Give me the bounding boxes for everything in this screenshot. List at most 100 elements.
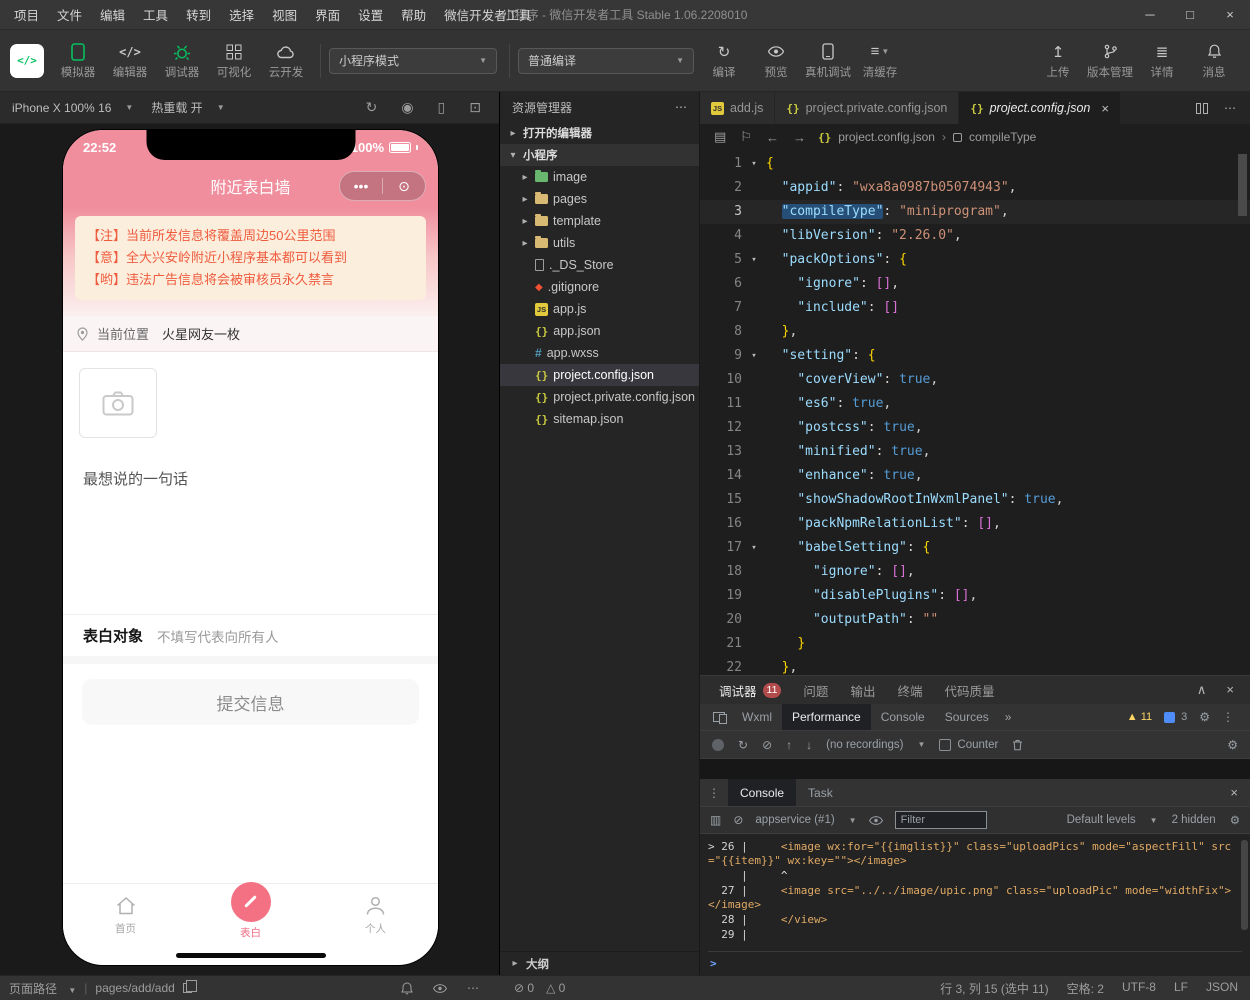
visualization-button[interactable]: 可视化	[208, 38, 260, 84]
eye-icon[interactable]	[869, 816, 883, 825]
notification-bell-icon[interactable]	[401, 982, 413, 995]
fold-icon[interactable]: ▾	[742, 152, 766, 176]
clear-console-icon[interactable]: ⊘	[733, 813, 743, 827]
menu-item[interactable]: 选择	[221, 2, 262, 27]
device-frame-icon[interactable]: ▯	[438, 99, 446, 116]
panel-tab-code-quality[interactable]: 代码质量	[933, 676, 1005, 704]
panel-tab-terminal[interactable]: 终端	[886, 676, 933, 704]
tab-profile[interactable]: 个人	[313, 884, 438, 945]
console-row[interactable]: 28 | </view>	[708, 913, 1242, 927]
tab-confess[interactable]: 表白	[188, 884, 313, 945]
devtools-tab-sources[interactable]: Sources	[935, 704, 999, 730]
problems-indicator[interactable]: ⊘ 0 △ 0	[500, 981, 579, 995]
code-line[interactable]: 7 "include": []	[700, 296, 1250, 320]
task-tab[interactable]: Task	[796, 779, 845, 806]
warnings-indicator[interactable]: ▲ 11	[1127, 711, 1152, 723]
explorer-section-header[interactable]: ▸打开的编辑器	[500, 122, 699, 144]
menu-item[interactable]: 界面	[307, 2, 348, 27]
tree-item[interactable]: {}sitemap.json	[500, 408, 699, 430]
console-row[interactable]: 27 | <image src="../../image/upic.png" c…	[708, 884, 1242, 912]
bookmark-icon[interactable]: ⚐	[740, 129, 752, 145]
close-button[interactable]: ×	[1210, 0, 1250, 29]
editor-scrollbar[interactable]	[1238, 154, 1247, 216]
devtools-tab-performance[interactable]: Performance	[782, 704, 871, 730]
console-prompt[interactable]: >	[708, 951, 1242, 975]
code-line[interactable]: 3 "compileType": "miniprogram",	[700, 200, 1250, 224]
devtools-tab-wxml[interactable]: Wxml	[732, 704, 782, 730]
copy-icon[interactable]	[183, 983, 192, 993]
code-line[interactable]: 9▾ "setting": {	[700, 344, 1250, 368]
tree-item[interactable]: {}app.json	[500, 320, 699, 342]
outline-list-icon[interactable]: ▤	[714, 129, 726, 145]
home-indicator[interactable]	[176, 953, 326, 958]
fold-icon[interactable]: ▾	[742, 536, 766, 560]
code-line[interactable]: 8 },	[700, 320, 1250, 344]
code-line[interactable]: 2 "appid": "wxa8a0987b05074943",	[700, 176, 1250, 200]
breadcrumb-file[interactable]: project.config.json	[838, 130, 935, 144]
version-control-button[interactable]: 版本管理	[1084, 38, 1136, 84]
console-row[interactable]: | ^	[708, 869, 1242, 883]
menu-item[interactable]: 项目	[6, 2, 47, 27]
menu-item[interactable]: 编辑	[92, 2, 133, 27]
tab-overflow-icon[interactable]: »	[999, 710, 1018, 724]
code-line[interactable]: 14 "enhance": true,	[700, 464, 1250, 488]
code-line[interactable]: 5▾ "packOptions": {	[700, 248, 1250, 272]
indentation[interactable]: 空格: 2	[1067, 980, 1104, 997]
editor-button[interactable]: </> 编辑器	[104, 38, 156, 84]
tree-item[interactable]: ▸template	[500, 210, 699, 232]
code-line[interactable]: 4 "libVersion": "2.26.0",	[700, 224, 1250, 248]
close-drawer-icon[interactable]: ×	[1218, 785, 1250, 800]
code-line[interactable]: 13 "minified": true,	[700, 440, 1250, 464]
issues-indicator[interactable]: 3	[1164, 711, 1187, 723]
console-scrollbar[interactable]	[1241, 840, 1248, 930]
panel-tab-debugger[interactable]: 调试器 11	[708, 676, 792, 704]
editor-tab[interactable]: {} project.private.config.json	[775, 92, 959, 124]
close-tab-icon[interactable]: ×	[1101, 101, 1109, 116]
details-button[interactable]: ≣ 详情	[1136, 38, 1188, 84]
cursor-position[interactable]: 行 3, 列 15 (选中 11)	[940, 980, 1048, 997]
panel-tab-output[interactable]: 输出	[839, 676, 886, 704]
compile-button[interactable]: ↻ 编译	[698, 38, 750, 84]
trash-icon[interactable]	[1012, 739, 1023, 751]
screenshot-icon[interactable]: ⊡	[469, 99, 481, 116]
more-icon[interactable]: ⋯	[675, 100, 687, 114]
outline-section[interactable]: ▸ 大纲	[500, 951, 699, 975]
minimize-button[interactable]: ─	[1130, 0, 1170, 29]
hot-reload-select[interactable]: 热重载 开 ▼	[151, 99, 224, 116]
language-mode[interactable]: JSON	[1206, 980, 1238, 997]
mode-select[interactable]: 小程序模式 ▼	[329, 48, 497, 74]
menu-item[interactable]: 工具	[135, 2, 176, 27]
reload-icon[interactable]: ↻	[738, 738, 748, 752]
devtools-tab-console[interactable]: Console	[871, 704, 935, 730]
target-input[interactable]: 不填写代表向所有人	[157, 626, 279, 646]
tree-item[interactable]: ▸pages	[500, 188, 699, 210]
tree-item[interactable]: ▸image	[500, 166, 699, 188]
page-path-value[interactable]: pages/add/add	[95, 981, 174, 995]
record-icon[interactable]: ◉	[401, 99, 413, 116]
maximize-button[interactable]: □	[1170, 0, 1210, 29]
submit-button[interactable]: 提交信息	[82, 679, 419, 725]
compile-mode-select[interactable]: 普通编译 ▼	[518, 48, 694, 74]
remote-debug-button[interactable]: 真机调试	[802, 38, 854, 84]
code-line[interactable]: 17▾ "babelSetting": {	[700, 536, 1250, 560]
add-photo-button[interactable]	[79, 368, 157, 438]
close-panel-icon[interactable]: ×	[1226, 682, 1234, 698]
messages-button[interactable]: 消息	[1188, 38, 1240, 84]
close-capsule-icon[interactable]: ⊙	[383, 179, 425, 193]
execution-context-select[interactable]: appservice (#1) ▼	[755, 814, 856, 826]
recordings-select[interactable]: (no recordings) ▼	[826, 739, 925, 751]
upload-button[interactable]: ↥ 上传	[1032, 38, 1084, 84]
editor-tab[interactable]: JS add.js	[700, 92, 775, 124]
tree-item[interactable]: JSapp.js	[500, 298, 699, 320]
simulator-button[interactable]: 模拟器	[52, 38, 104, 84]
editor-tab-active[interactable]: {} project.config.json ×	[959, 92, 1121, 124]
gear-icon[interactable]: ⚙	[1199, 710, 1210, 724]
code-line[interactable]: 10 "coverView": true,	[700, 368, 1250, 392]
code-line[interactable]: 19 "disablePlugins": [],	[700, 584, 1250, 608]
collapse-panel-icon[interactable]: ∧	[1197, 682, 1207, 698]
load-profile-icon[interactable]: ↑	[786, 738, 792, 752]
fold-icon[interactable]: ▾	[742, 248, 766, 272]
eye-icon[interactable]	[433, 984, 447, 993]
kebab-menu-icon[interactable]: ⋮	[1222, 710, 1234, 724]
code-line[interactable]: 20 "outputPath": ""	[700, 608, 1250, 632]
